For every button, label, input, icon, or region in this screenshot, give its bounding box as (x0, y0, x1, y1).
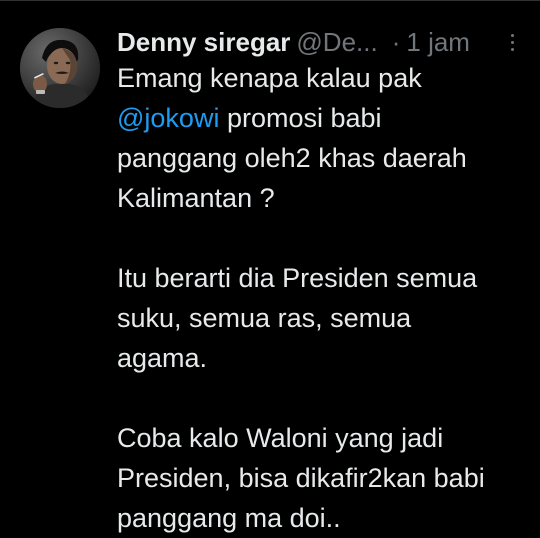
more-vertical-icon (510, 47, 514, 51)
text-line: Coba kalo Waloni yang jadi (117, 423, 444, 453)
tweet-timestamp[interactable]: 1 jam (406, 27, 470, 57)
author-avatar[interactable] (20, 28, 100, 108)
text-line: panggang oleh2 khas daerah (117, 143, 467, 173)
text-line: suku, semua ras, semua (117, 303, 412, 333)
tweet[interactable]: Denny siregar @De... · 1 jam Emang kenapa k… (0, 0, 540, 534)
mention-link[interactable]: @jokowi (117, 103, 219, 133)
author-display-name[interactable]: Denny siregar (117, 27, 290, 57)
text-line: Emang kenapa kalau pak (117, 63, 422, 93)
separator-dot: · (391, 27, 401, 57)
tweet-paragraph: Emang kenapa kalau pak @jokowi promosi b… (117, 58, 522, 218)
text-line: panggang ma doi.. (117, 503, 341, 533)
tweet-paragraph: Itu berarti dia Presiden semua suku, sem… (117, 258, 522, 378)
more-vertical-icon (510, 33, 514, 37)
text-line: Itu berarti dia Presiden semua (117, 263, 478, 293)
tweet-text: Emang kenapa kalau pak @jokowi promosi b… (117, 58, 522, 538)
more-options-button[interactable] (500, 28, 524, 56)
text-line: agama. (117, 343, 208, 373)
text-line: promosi babi (219, 103, 382, 133)
tweet-paragraph: Coba kalo Waloni yang jadi Presiden, bis… (117, 418, 522, 538)
tweet-header: Denny siregar @De... · 1 jam (117, 26, 527, 58)
more-vertical-icon (510, 40, 514, 44)
text-line: Kalimantan ? (117, 183, 275, 213)
user-avatar-icon (20, 28, 100, 108)
divider (0, 0, 540, 1)
author-handle[interactable]: @De... (296, 27, 377, 57)
text-line: Presiden, bisa dikafir2kan babi (117, 463, 485, 493)
